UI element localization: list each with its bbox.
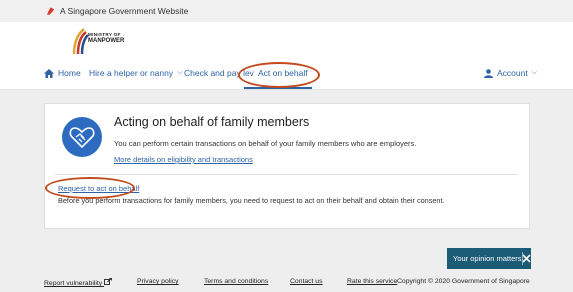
footer-terms[interactable]: Terms and conditions — [204, 278, 268, 285]
footer-report-label: Report vulnerability — [44, 280, 103, 287]
user-icon — [484, 68, 493, 78]
gov-banner-text: A Singapore Government Website — [60, 6, 189, 16]
footer-contact-us[interactable]: Contact us — [290, 278, 323, 285]
site-header: MINISTRY OF MANPOWER — [0, 22, 573, 60]
page-title: Acting on behalf of family members — [114, 115, 310, 129]
annotation-circle-nav — [238, 62, 320, 88]
feedback-widget[interactable]: Your opinion matters — [447, 248, 531, 269]
nav-hire-helper[interactable]: Hire a helper or nanny ⌵ — [89, 68, 182, 78]
nav-account-label: Account — [497, 68, 528, 78]
chevron-down-icon: ⌵ — [531, 69, 538, 76]
card-description: You can perform certain transactions on … — [114, 139, 417, 148]
external-link-icon — [104, 277, 113, 285]
chevron-down-icon: ⌵ — [177, 69, 183, 76]
handshake-heart-icon — [62, 117, 102, 157]
footer-copyright: Copyright © 2020 Government of Singapore — [397, 278, 530, 285]
footer-privacy-policy[interactable]: Privacy policy — [137, 278, 179, 285]
nav-account[interactable]: Account ⌵ — [484, 68, 537, 78]
close-icon[interactable] — [522, 254, 531, 263]
nav-home[interactable]: Home — [44, 68, 81, 78]
gov-banner: A Singapore Government Website — [0, 0, 573, 22]
lion-head-icon — [46, 7, 55, 15]
logo-line-2: MANPOWER — [88, 38, 125, 44]
feedback-label[interactable]: Your opinion matters — [447, 254, 522, 263]
footer-rate-service[interactable]: Rate this service — [347, 278, 397, 285]
card-note: Before you perform transactions for fami… — [58, 196, 445, 205]
site-footer: Report vulnerability Privacy policy Term… — [0, 272, 573, 292]
home-icon — [44, 68, 54, 78]
footer-report-vulnerability[interactable]: Report vulnerability — [44, 277, 113, 287]
nav-home-label: Home — [58, 68, 81, 78]
nav-hire-label: Hire a helper or nanny — [89, 68, 174, 78]
eligibility-details-link[interactable]: More details on eligibility and transact… — [114, 155, 253, 164]
logo-wordmark: MINISTRY OF MANPOWER — [88, 32, 124, 44]
card-divider — [55, 174, 518, 175]
